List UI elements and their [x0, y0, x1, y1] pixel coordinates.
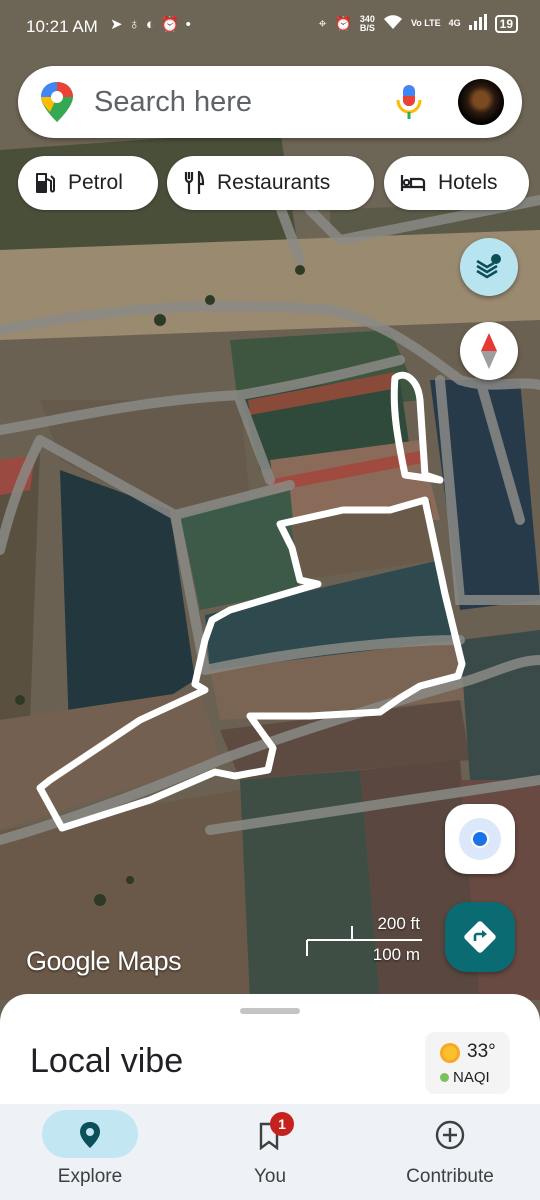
- wifi-icon: [383, 14, 403, 33]
- status-right-icons: ⌖ ⏰ 340 B/S Vo LTE 4G 19: [319, 14, 518, 33]
- chip-label: Petrol: [68, 171, 123, 194]
- nav-contribute[interactable]: Contribute: [360, 1104, 540, 1200]
- status-time: 10:21 AM: [26, 17, 98, 36]
- chip-label: Hotels: [438, 171, 498, 194]
- status-notification-icons: ➤♁◐⏰•: [110, 15, 197, 33]
- nav-label: Explore: [57, 1166, 123, 1187]
- location-pin-icon: [80, 1122, 100, 1148]
- sun-icon: [440, 1043, 460, 1063]
- scale-imperial: 200 ft: [377, 914, 420, 933]
- search-input[interactable]: Search here: [94, 86, 252, 119]
- fuel-pump-icon: [36, 173, 55, 193]
- network-type: 4G: [448, 18, 461, 28]
- weather-widget[interactable]: 33° NAQI: [425, 1032, 510, 1094]
- sheet-drag-handle[interactable]: [240, 1008, 300, 1014]
- nav-explore[interactable]: Explore: [0, 1104, 180, 1200]
- signal-icon: [468, 14, 487, 33]
- chip-hotels[interactable]: Hotels: [384, 156, 529, 210]
- profile-avatar[interactable]: [458, 79, 504, 125]
- alarm-icon: ⏰: [160, 16, 186, 33]
- nav-label: You: [253, 1166, 287, 1187]
- aqi-status-dot: [440, 1073, 449, 1082]
- chip-restaurants[interactable]: Restaurants: [167, 156, 374, 210]
- layers-button[interactable]: [460, 238, 518, 296]
- google-maps-watermark: Google Maps: [26, 946, 182, 976]
- notification-badge: 1: [270, 1112, 294, 1136]
- notification-icon: ♁: [128, 16, 146, 33]
- aqi-label: NAQI: [453, 1069, 490, 1086]
- fork-knife-icon: [184, 171, 205, 194]
- google-maps-pin-icon: [41, 82, 73, 122]
- location-status-icon: ⌖: [318, 15, 327, 31]
- chip-label: Restaurants: [217, 171, 331, 194]
- nav-label: Contribute: [406, 1166, 494, 1187]
- network-speed: 340 B/S: [359, 13, 375, 33]
- my-location-button[interactable]: [445, 804, 515, 874]
- sheet-title: Local vibe: [30, 1042, 184, 1080]
- telegram-icon: ➤: [110, 16, 129, 33]
- directions-button[interactable]: [445, 902, 515, 972]
- volte-label: Vo LTE: [410, 18, 441, 28]
- battery-indicator: 19: [494, 14, 518, 33]
- app-icon: ◐: [145, 16, 161, 33]
- status-bar: 10:21 AM ➤♁◐⏰• ⌖ ⏰ 340 B/S Vo LTE 4G 19: [0, 0, 540, 56]
- search-bar[interactable]: Search here: [18, 66, 522, 138]
- bottom-navigation: Explore You 1 Contribute: [0, 1104, 540, 1200]
- scale-metric: 100 m: [372, 945, 420, 964]
- microphone-icon[interactable]: [396, 84, 422, 120]
- chip-petrol[interactable]: Petrol: [18, 156, 158, 210]
- dot-icon: •: [185, 16, 197, 33]
- compass-button[interactable]: [460, 322, 518, 380]
- add-circle-icon: [435, 1120, 465, 1150]
- bed-icon: [400, 175, 426, 191]
- compass-icon: [481, 333, 497, 369]
- layers-icon: [476, 254, 501, 279]
- map-scale: 200 ft 100 m: [306, 912, 426, 966]
- alarm-status-icon: ⏰: [334, 15, 352, 31]
- temperature: 33°: [467, 1041, 496, 1062]
- my-location-icon: [459, 818, 501, 860]
- directions-icon: [464, 921, 496, 953]
